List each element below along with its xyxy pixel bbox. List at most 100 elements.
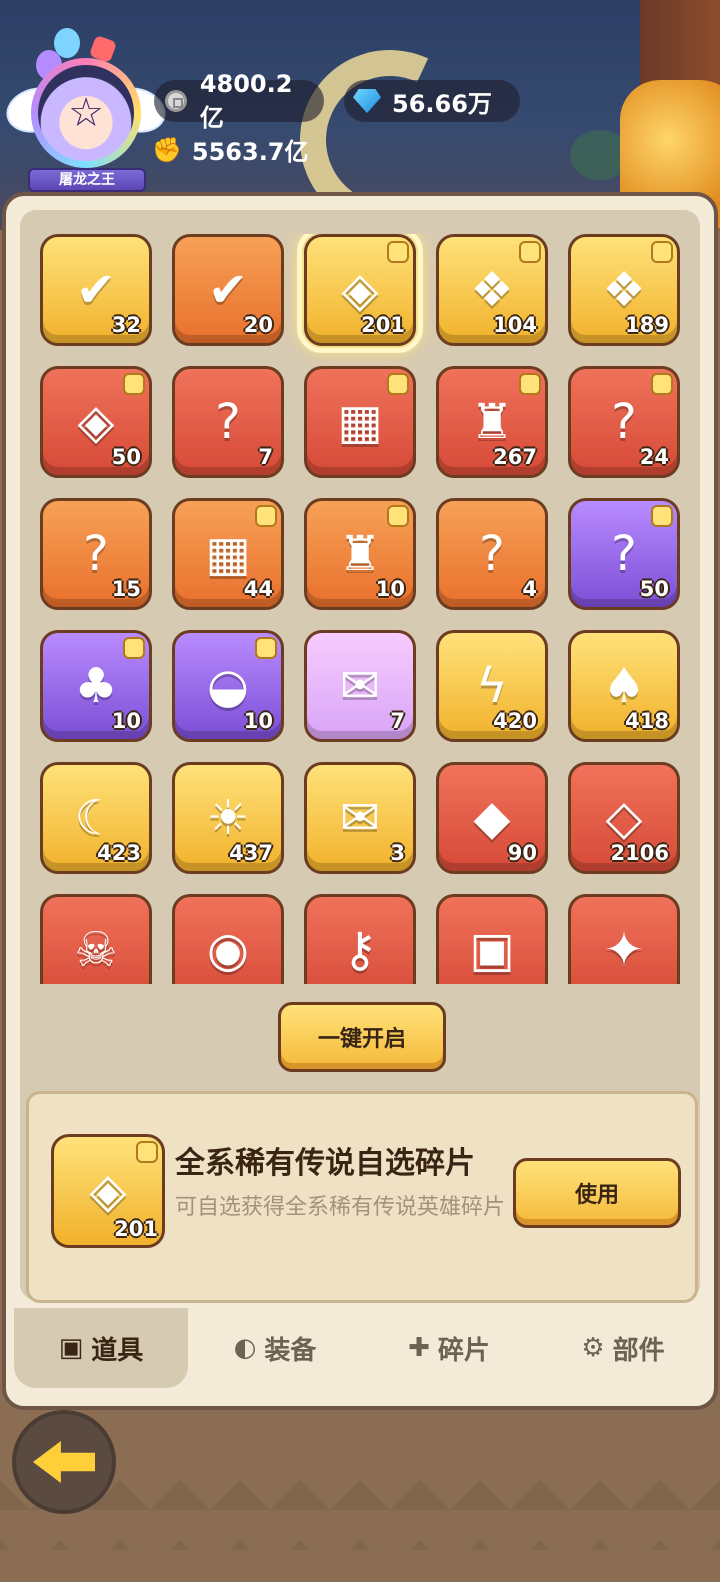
inventory-item[interactable]: ☠ — [40, 894, 152, 984]
inventory-item[interactable]: ❖ 104 — [436, 234, 548, 346]
inventory-item[interactable]: ? 50 — [568, 498, 680, 610]
item-count: 3 — [390, 841, 405, 865]
inventory-item[interactable]: ♣ 10 — [40, 630, 152, 742]
gem-amount: 56.66万 — [392, 89, 492, 118]
inventory-item[interactable]: ▣ — [436, 894, 548, 984]
detail-item-count: 201 — [114, 1217, 158, 1241]
item-count: 15 — [111, 577, 141, 601]
tab-fragments[interactable]: ✚ 碎片 — [362, 1308, 536, 1388]
player-avatar[interactable]: ☆ 屠龙之王 — [1, 28, 171, 193]
inventory-item[interactable]: ? 15 — [40, 498, 152, 610]
gear-icon: ⚙ — [581, 1333, 605, 1363]
inventory-item[interactable]: ◉ — [172, 894, 284, 984]
inventory-item[interactable]: ◆ 90 — [436, 762, 548, 874]
avatar-frame: ☆ — [31, 58, 141, 168]
item-count: 24 — [639, 445, 669, 469]
tab-label: 装备 — [264, 1335, 317, 1366]
inventory-item[interactable]: ☀ 437 — [172, 762, 284, 874]
detail-item-icon: ◈ 201 — [51, 1134, 165, 1248]
item-count: 7 — [390, 709, 405, 733]
inventory-item[interactable]: ϟ 420 — [436, 630, 548, 742]
item-count: 44 — [243, 577, 273, 601]
puzzle-badge-icon — [255, 505, 277, 527]
inventory-item[interactable]: ✉ 3 — [304, 762, 416, 874]
inventory-item[interactable]: ☾ 423 — [40, 762, 152, 874]
puzzle-badge-icon — [136, 1141, 158, 1163]
inventory-item[interactable]: ♜ 267 — [436, 366, 548, 478]
fist-icon: ✊ — [152, 135, 182, 164]
item-count: 267 — [493, 445, 537, 469]
puzzle-badge-icon — [387, 241, 409, 263]
inventory-item[interactable]: ? 7 — [172, 366, 284, 478]
coin-counter[interactable]: 4800.2亿 — [154, 70, 324, 132]
diamond-icon — [352, 86, 382, 116]
coin-icon — [162, 86, 190, 116]
power-amount: 5563.7亿 — [191, 138, 309, 166]
item-grid: ✔ 32 ✔ 20 ◈ 201 ❖ 104 ❖ 189 ◈ 50? 7 ▦ ♜ 267? 24 ? 15 ▦ 44 ♜ 10… — [40, 234, 690, 984]
item-count: 50 — [111, 445, 141, 469]
golden-compass-icon: ✦ — [603, 922, 645, 978]
inventory-item[interactable]: ◈ 201 — [297, 234, 423, 353]
puzzle-badge-icon — [387, 373, 409, 395]
inventory-item[interactable]: ◈ 50 — [40, 366, 152, 478]
puzzle-badge-icon — [123, 637, 145, 659]
item-count: 189 — [625, 313, 669, 337]
puzzle-badge-icon — [651, 505, 673, 527]
item-count: 10 — [375, 577, 405, 601]
inventory-item[interactable]: ? 24 — [568, 366, 680, 478]
item-count: 2106 — [610, 841, 669, 865]
inventory-tabs: ▣ 道具 ◐ 装备 ✚ 碎片 ⚙ 部件 — [14, 1308, 706, 1388]
tab-equipment[interactable]: ◐ 装备 — [188, 1308, 362, 1388]
inventory-item[interactable]: ♠ 418 — [568, 630, 680, 742]
inventory-item[interactable]: ♜ 10 — [304, 498, 416, 610]
inventory-panel: ✔ 32 ✔ 20 ◈ 201 ❖ 104 ❖ 189 ◈ 50? 7 ▦ ♜ 267? 24 ? 15 ▦ 44 ♜ 10… — [2, 192, 718, 1410]
tab-items[interactable]: ▣ 道具 — [14, 1308, 188, 1388]
item-description: 可自选获得全系稀有传说英雄碎片 — [175, 1195, 506, 1220]
item-icon: ▣ — [58, 1333, 84, 1363]
bottom-bar — [0, 1410, 720, 1582]
item-scroll-area[interactable]: ✔ 32 ✔ 20 ◈ 201 ❖ 104 ❖ 189 ◈ 50? 7 ▦ ♜ 267? 24 ? 15 ▦ 44 ♜ 10… — [40, 234, 690, 984]
coin-amount: 4800.2亿 — [199, 69, 293, 132]
inventory-item[interactable]: ✦ — [568, 894, 680, 984]
item-count: 32 — [111, 313, 141, 337]
back-arrow-icon — [33, 1441, 95, 1483]
puzzle-badge-icon — [651, 373, 673, 395]
puzzle-badge-icon — [255, 637, 277, 659]
bull-skull-icon: ☠ — [74, 922, 118, 978]
item-name: 全系稀有传说自选碎片 — [175, 1146, 475, 1181]
item-count: 10 — [111, 709, 141, 733]
supply-crate-icon: ▣ — [469, 922, 515, 978]
item-count: 418 — [625, 709, 669, 733]
spiral-shield-icon: ◉ — [207, 922, 249, 978]
inventory-item[interactable]: ◒ 10 — [172, 630, 284, 742]
item-count: 7 — [258, 445, 273, 469]
gem-counter[interactable]: 56.66万 — [344, 80, 520, 122]
item-count: 10 — [243, 709, 273, 733]
item-count: 20 — [243, 313, 273, 337]
inventory-item[interactable]: ? 4 — [436, 498, 548, 610]
tab-label: 道具 — [91, 1335, 144, 1366]
item-count: 420 — [493, 709, 537, 733]
inventory-item[interactable]: ❖ 189 — [568, 234, 680, 346]
inventory-item[interactable]: ◇ 2106 — [568, 762, 680, 874]
open-all-button[interactable]: 一键开启 — [278, 1002, 446, 1072]
golden-key-icon: ⚷ — [342, 922, 378, 978]
inventory-item[interactable]: ⚷ — [304, 894, 416, 984]
inventory-item[interactable]: ✔ 20 — [172, 234, 284, 346]
tab-parts[interactable]: ⚙ 部件 — [536, 1308, 710, 1388]
item-count: 201 — [361, 313, 405, 337]
use-button[interactable]: 使用 — [513, 1158, 681, 1228]
back-button[interactable] — [12, 1410, 116, 1514]
inventory-item[interactable]: ✔ 32 — [40, 234, 152, 346]
power-counter: ✊ 5563.7亿 — [152, 132, 309, 167]
shield-icon: ◐ — [233, 1333, 257, 1363]
inventory-item[interactable]: ▦ — [304, 366, 416, 478]
inventory-item[interactable]: ✉ 7 — [304, 630, 416, 742]
puzzle-icon: ✚ — [408, 1333, 430, 1363]
tab-label: 碎片 — [437, 1335, 490, 1366]
inventory-item[interactable]: ▦ 44 — [172, 498, 284, 610]
puzzle-badge-icon — [651, 241, 673, 263]
item-count: 50 — [639, 577, 669, 601]
item-count: 4 — [522, 577, 537, 601]
balloon-icon — [54, 28, 80, 58]
